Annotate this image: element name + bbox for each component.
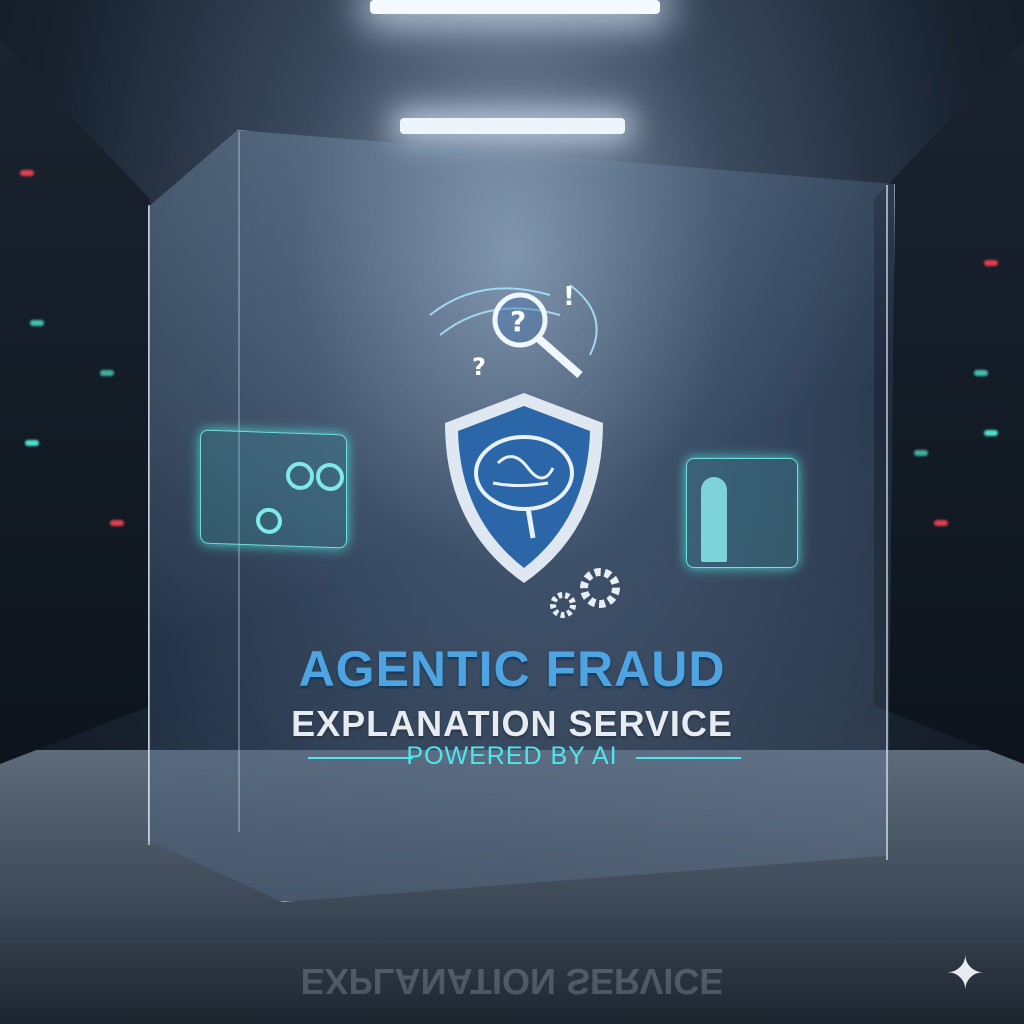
brain-shield-icon <box>445 393 603 583</box>
title-reflection: EXPLANATION SERVICE <box>300 961 724 1002</box>
svg-text:?: ? <box>472 353 486 381</box>
tagline: POWERED BY AI <box>406 742 618 770</box>
title-line-2: EXPLANATION SERVICE <box>291 703 733 744</box>
ceiling-light <box>370 0 660 14</box>
divider <box>636 757 741 759</box>
ceiling-light <box>400 118 625 134</box>
svg-text:!: ! <box>563 282 575 312</box>
gears-icon <box>550 568 620 618</box>
magnifier-question-icon: ? ? ! <box>429 282 598 381</box>
person-analytics-panel <box>686 458 798 568</box>
sparkle-icon: ✦ <box>946 946 985 1000</box>
dashboard-panel <box>200 429 347 549</box>
title-line-1: AGENTIC FRAUD <box>298 641 726 697</box>
svg-text:?: ? <box>510 305 526 338</box>
